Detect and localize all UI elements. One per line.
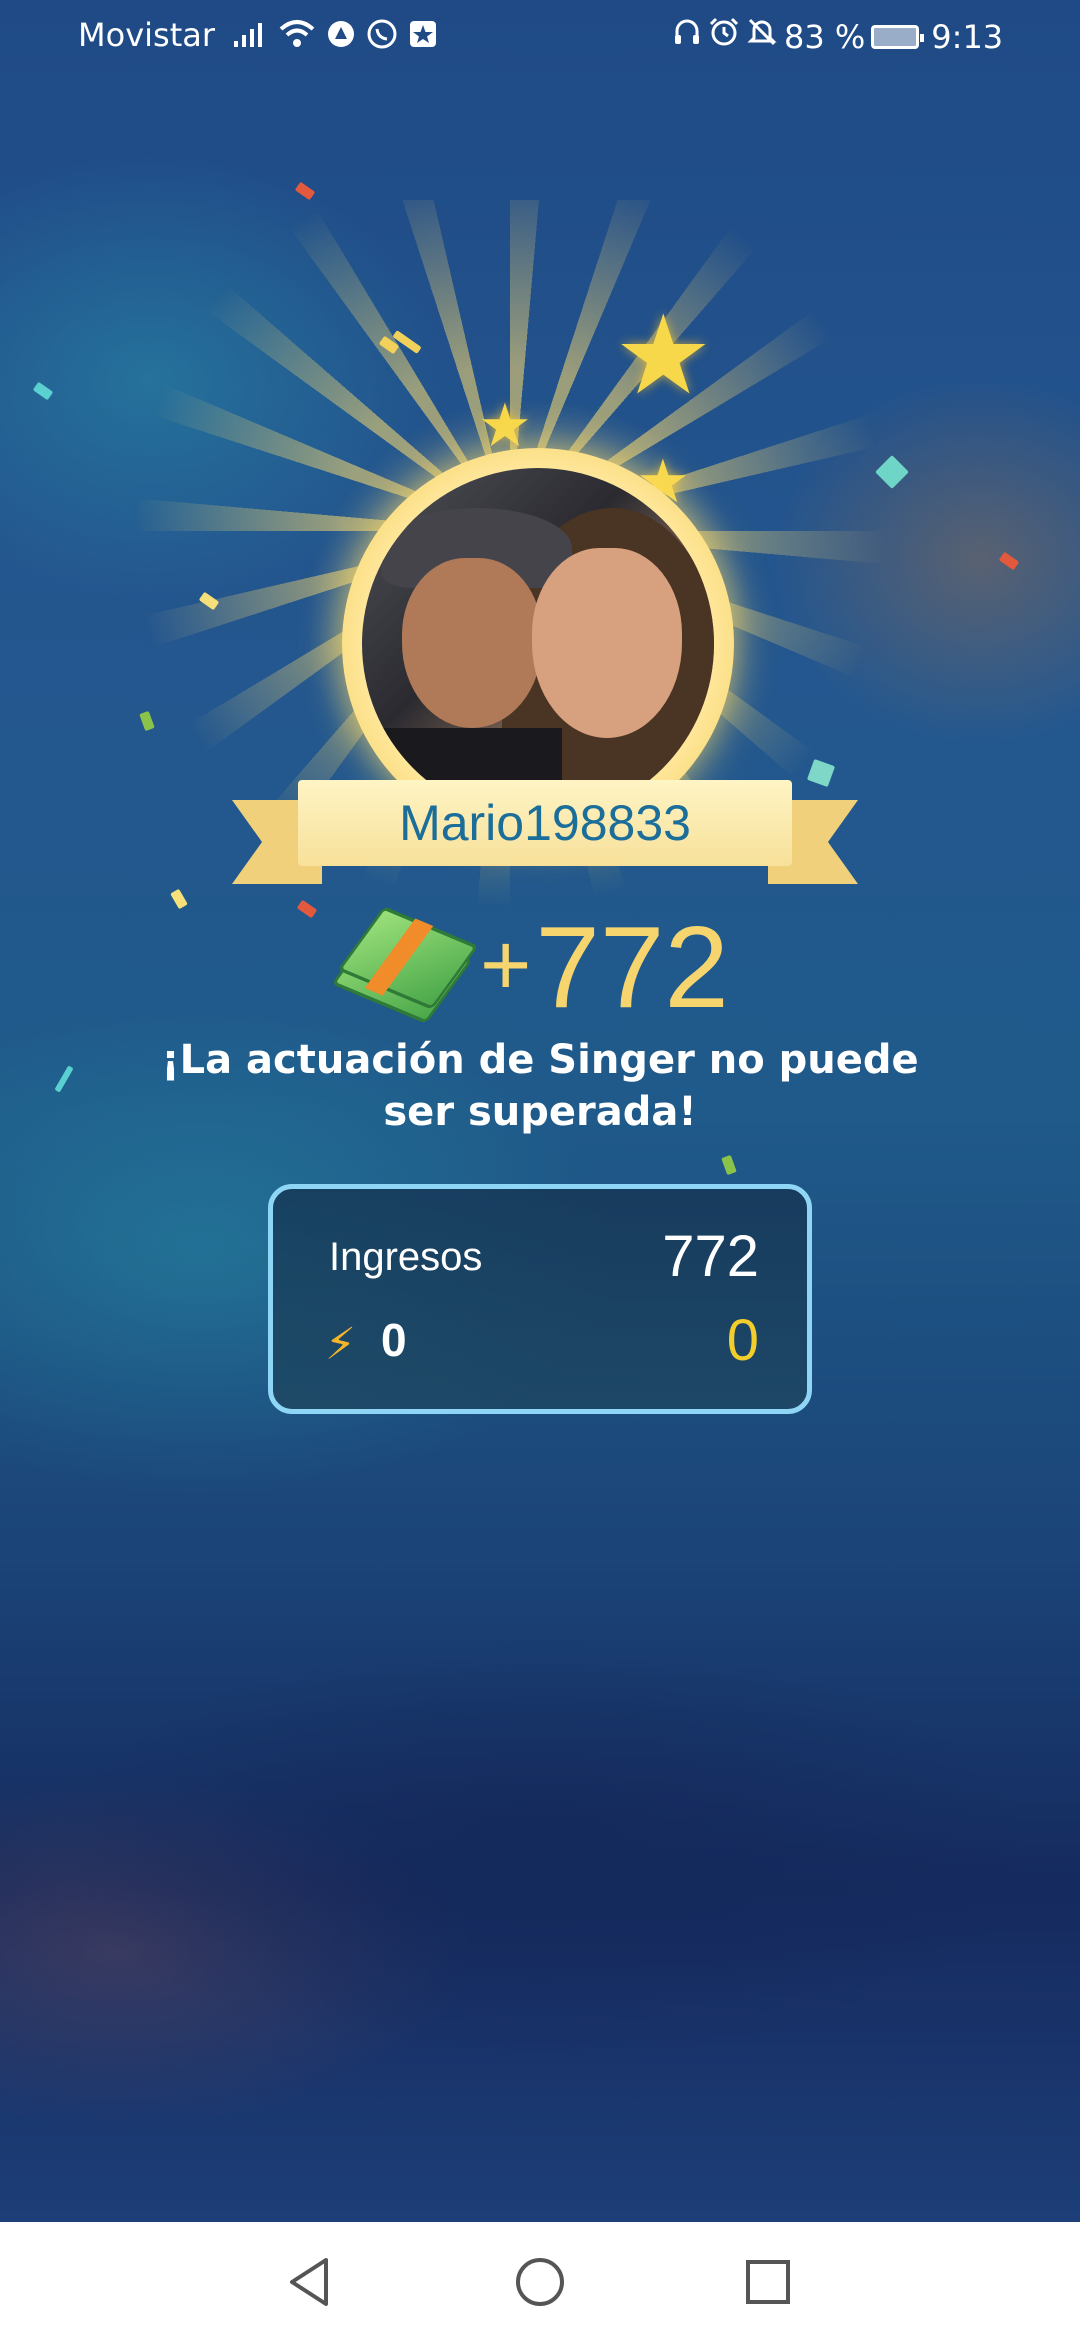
back-icon[interactable] <box>280 2252 340 2312</box>
income-label: Ingresos <box>329 1235 483 1279</box>
recents-icon[interactable] <box>738 2252 798 2312</box>
navigation-bar <box>0 2222 1080 2340</box>
income-value: 772 <box>662 1224 759 1289</box>
boost-count: 0 <box>381 1314 407 1366</box>
home-icon[interactable] <box>510 2252 570 2312</box>
wifi-icon <box>278 19 316 58</box>
battery-icon <box>871 24 925 49</box>
lightning-boost-icon: ⚡ <box>325 1319 356 1370</box>
app-icon <box>326 19 356 58</box>
battery-percent: 83 % <box>784 17 866 56</box>
alarm-icon <box>708 16 740 57</box>
headphones-icon <box>672 17 702 56</box>
star-app-icon <box>408 19 438 58</box>
username-banner: Mario198833 <box>298 780 792 866</box>
star-icon: ★ <box>478 391 532 461</box>
clock: 9:13 <box>931 17 1004 56</box>
avatar <box>362 468 714 820</box>
reward-prefix: + <box>480 915 532 1014</box>
cash-icon <box>331 906 479 1024</box>
username: Mario198833 <box>399 795 691 851</box>
status-bar: Movistar 83 % 9:13 <box>0 0 1080 72</box>
reward-amount: +772 <box>480 900 729 1032</box>
result-message: ¡La actuación de Singer no puede ser sup… <box>161 1037 919 1135</box>
carrier-name: Movistar <box>78 16 215 54</box>
star-icon: ★ <box>614 291 713 419</box>
earnings-card: Ingresos 772 ⚡ 0 0 <box>268 1184 812 1414</box>
boost-value: 0 <box>726 1308 759 1373</box>
reward-value: 772 <box>535 902 729 1032</box>
signal-icon <box>232 19 268 58</box>
mute-icon <box>746 16 778 57</box>
whatsapp-icon <box>366 18 398 59</box>
